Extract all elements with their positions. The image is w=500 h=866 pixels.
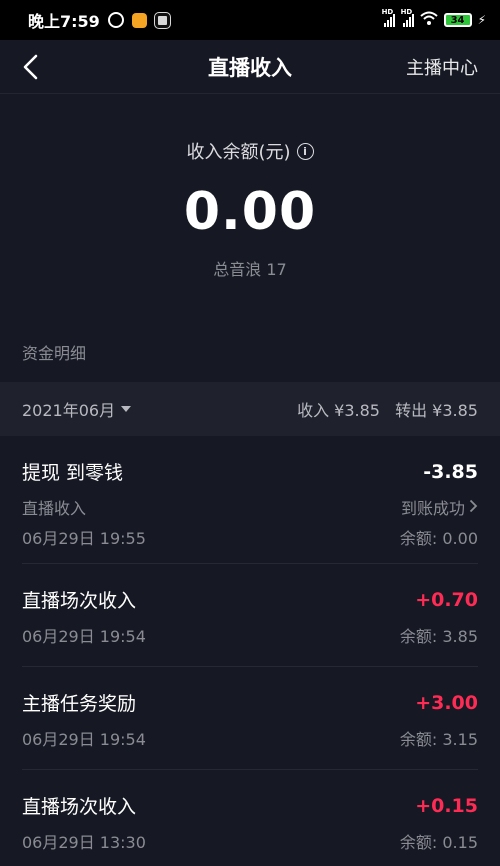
balance-label-row: 收入余额(元) i [186, 138, 314, 164]
transfer-total: 转出 ¥3.85 [395, 401, 478, 420]
transaction-time: 06月29日 19:54 [22, 730, 146, 749]
month-label: 2021年06月 [22, 401, 116, 420]
transaction-amount: +0.70 [415, 588, 478, 611]
list-item[interactable]: 直播场次收入 +0.15 06月29日 13:30 余额: 0.15 [22, 770, 478, 866]
transaction-title: 直播场次收入 [22, 796, 137, 818]
alarm-icon [107, 12, 124, 28]
transaction-subtitle: 直播收入 [22, 499, 87, 518]
status-bar: 晚上7:59 HD HD 34 ⚡ [0, 0, 500, 40]
transaction-time: 06月29日 13:30 [22, 833, 146, 852]
transaction-list: 提现 到零钱 -3.85 直播收入 到账成功 06月29日 19:55 余额: … [0, 436, 500, 866]
month-filter-bar: 2021年06月 收入 ¥3.85 转出 ¥3.85 [0, 382, 500, 436]
anchor-center-link[interactable]: 主播中心 [406, 54, 478, 80]
month-selector[interactable]: 2021年06月 [22, 397, 132, 421]
charging-icon: ⚡ [477, 13, 486, 27]
section-title: 资金明细 [22, 344, 87, 363]
status-time: 晚上7:59 [28, 12, 100, 31]
battery-icon: 34 [443, 13, 472, 27]
info-icon[interactable]: i [296, 142, 314, 160]
list-item[interactable]: 提现 到零钱 -3.85 直播收入 到账成功 06月29日 19:55 余额: … [22, 436, 478, 564]
nav-header: 直播收入 主播中心 [0, 40, 500, 94]
page-title: 直播收入 [208, 55, 292, 80]
income-total: 收入 ¥3.85 [297, 401, 380, 420]
transaction-time: 06月29日 19:55 [22, 529, 146, 548]
total-sound-waves: 总音浪 17 [213, 260, 287, 279]
chevron-right-icon [469, 498, 478, 517]
back-button[interactable] [20, 54, 44, 80]
transaction-title: 主播任务奖励 [22, 693, 137, 715]
transaction-time: 06月29日 19:54 [22, 627, 146, 646]
transaction-amount: +3.00 [415, 691, 478, 714]
transaction-amount: -3.85 [423, 460, 478, 483]
wifi-icon [419, 11, 438, 29]
caret-down-icon [121, 406, 132, 412]
transaction-title: 提现 到零钱 [22, 462, 124, 484]
list-item[interactable]: 直播场次收入 +0.70 06月29日 19:54 余额: 3.85 [22, 564, 478, 667]
transaction-balance: 余额: 0.15 [399, 833, 478, 852]
transaction-amount: +0.15 [415, 794, 478, 817]
chevron-left-icon [23, 54, 38, 80]
balance-amount: 0.00 [183, 182, 317, 242]
signal-icon: HD [401, 8, 414, 27]
month-totals: 收入 ¥3.85 转出 ¥3.85 [297, 397, 478, 421]
balance-label: 收入余额(元) [186, 142, 291, 163]
transaction-balance: 余额: 3.85 [399, 627, 478, 646]
orange-app-icon [131, 12, 147, 28]
transaction-status[interactable]: 到账成功 [401, 495, 478, 519]
list-item[interactable]: 主播任务奖励 +3.00 06月29日 19:54 余额: 3.15 [22, 667, 478, 770]
balance-section: 收入余额(元) i 0.00 总音浪 17 [0, 94, 500, 334]
transaction-balance: 余额: 0.00 [399, 529, 478, 548]
gray-app-icon [153, 11, 171, 29]
transaction-balance: 余额: 3.15 [399, 730, 478, 749]
status-label: 到账成功 [400, 499, 465, 518]
transaction-title: 直播场次收入 [22, 590, 137, 612]
signal-icon: HD [382, 8, 395, 27]
